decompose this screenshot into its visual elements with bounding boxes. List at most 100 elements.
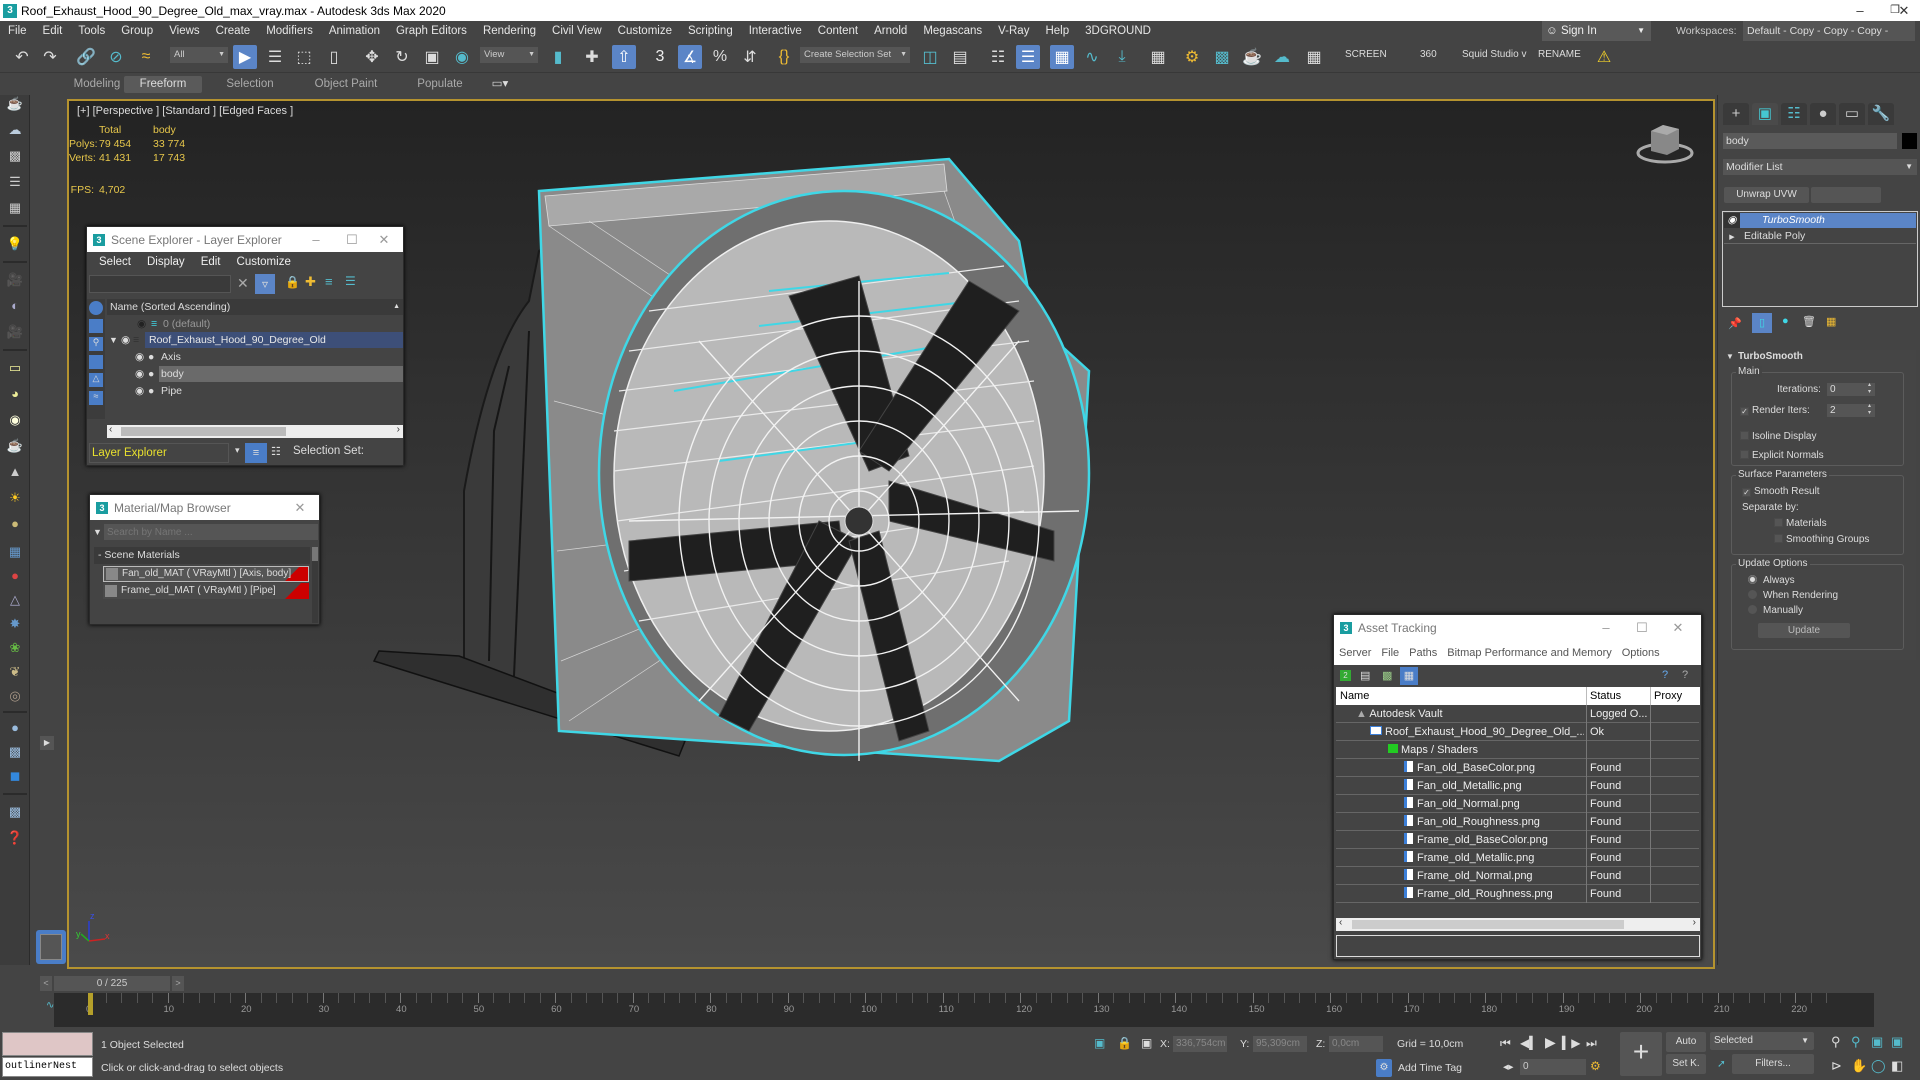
scroll-right-icon[interactable]: › (1693, 917, 1696, 928)
vray-dome-light-icon[interactable]: ◕ (6, 385, 24, 403)
refresh-icon[interactable]: 2 (1340, 670, 1351, 681)
collapse-arrow-icon[interactable]: ▼ (109, 332, 118, 348)
cloud-icon[interactable]: ☁ (6, 121, 24, 139)
horizontal-scrollbar[interactable]: ‹ › (107, 424, 403, 438)
hierarchy-tab-icon[interactable]: ☷ (1781, 103, 1807, 125)
visibility-icon[interactable]: ◉ (137, 316, 146, 332)
render-iters-spinner[interactable]: 2 (1827, 403, 1875, 417)
set-key-button[interactable]: Set K. (1666, 1054, 1706, 1074)
rotate-icon[interactable]: ↻ (390, 45, 414, 69)
clear-search-icon[interactable]: ✕ (237, 275, 249, 292)
previous-frame-icon[interactable]: ◀▍ (1520, 1036, 1538, 1050)
close-button[interactable]: ✕ (285, 495, 315, 520)
eye-icon[interactable]: ◉ (1724, 213, 1740, 228)
update-always-radio[interactable]: Always (1748, 575, 1795, 586)
scroll-left-icon[interactable]: ‹ (109, 424, 112, 435)
percent-snap-icon[interactable]: % (708, 45, 732, 69)
close-button[interactable]: ✕ (369, 227, 399, 252)
menu-server[interactable]: Server (1334, 647, 1376, 659)
x-coordinate-field[interactable]: 336,754cm (1173, 1036, 1227, 1052)
selection-lock-icon[interactable]: 🔒 (1117, 1036, 1132, 1050)
table-panel-icon[interactable]: ▦ (6, 199, 24, 217)
list-panel-icon[interactable]: ☰ (6, 173, 24, 191)
cameras-filter-icon[interactable] (89, 355, 103, 369)
material-item-fan[interactable]: Fan_old_MAT ( VRayMtl ) [Axis, body] (103, 566, 309, 582)
object-color-swatch[interactable] (1902, 133, 1917, 149)
update-button[interactable]: Update (1758, 623, 1850, 638)
render-frame-icon[interactable]: ▩ (6, 147, 24, 165)
menu-civil-view[interactable]: Civil View (544, 25, 610, 37)
column-proxy-res[interactable]: Proxy Res (1650, 687, 1700, 705)
tab-object-paint[interactable]: Object Paint (300, 76, 392, 93)
display-tab-icon[interactable]: ▭ (1839, 103, 1865, 125)
prev-frame-icon[interactable]: < (40, 976, 52, 991)
vray-mesh-light-icon[interactable]: ☕ (6, 437, 24, 455)
named-selection-dropdown[interactable]: Create Selection Set ▼ (800, 47, 910, 63)
menu-content[interactable]: Content (810, 25, 866, 37)
thumbnail-view-icon[interactable]: ▩ (1382, 669, 1392, 682)
explicit-normals-checkbox[interactable]: Explicit Normals (1740, 450, 1824, 461)
rollout-collapse-icon[interactable]: ▼ (1726, 352, 1734, 361)
maxscript-input[interactable]: outlinerNest (2, 1057, 93, 1077)
close-button[interactable]: ✕ (1888, 0, 1920, 21)
current-frame-field[interactable]: 0 (1520, 1059, 1586, 1075)
current-frame-marker[interactable] (88, 993, 93, 1015)
object-name-input[interactable] (1723, 133, 1897, 149)
material-sphere-icon[interactable]: ● (6, 719, 24, 737)
menu-graph-editors[interactable]: Graph Editors (388, 25, 475, 37)
scroll-right-icon[interactable]: › (397, 424, 400, 435)
visibility-icon[interactable]: ◉ (135, 366, 144, 382)
tab-populate[interactable]: Populate (400, 76, 480, 93)
tab-freeform[interactable]: Freeform (124, 76, 202, 93)
link-icon[interactable]: 🔗 (74, 45, 98, 69)
360-button[interactable]: 360 (1420, 49, 1437, 60)
ribbon-options-icon[interactable]: ▭▾ (488, 76, 512, 93)
utilities-tab-icon[interactable]: 🔧 (1868, 103, 1894, 125)
menu-help[interactable]: Help (1037, 25, 1077, 37)
viewport-layout-icon[interactable]: ▦ (1302, 45, 1326, 69)
tree-row-body[interactable]: ◉ ● body (107, 366, 403, 382)
vray-ies-light-icon[interactable]: ▲ (6, 463, 24, 481)
hair-farm-icon[interactable]: ❦ (6, 663, 24, 681)
render-production-icon[interactable]: ☕ (1240, 45, 1264, 69)
menu-3dground[interactable]: 3DGROUND (1077, 25, 1159, 37)
time-slider-value[interactable]: 0 / 225 (54, 976, 170, 991)
menu-group[interactable]: Group (113, 25, 161, 37)
configure-modifier-sets-icon[interactable]: ▦ (1826, 315, 1836, 328)
menu-file[interactable]: File (0, 25, 35, 37)
vray-clipper-icon[interactable]: ✸ (6, 615, 24, 633)
menu-display[interactable]: Display (139, 256, 193, 268)
toggle-layer-explorer-icon[interactable]: ☰ (1016, 45, 1040, 69)
orbit-icon[interactable]: ◯ (1871, 1058, 1886, 1074)
play-icon[interactable]: ▶ (1545, 1034, 1556, 1051)
minimize-button[interactable]: – (301, 227, 331, 252)
vray-sphere-light-icon[interactable]: ◉ (6, 411, 24, 429)
maximize-button[interactable]: ☐ (337, 227, 367, 252)
tree-row-pipe[interactable]: ◉ ● Pipe (107, 383, 403, 399)
vray-plane-icon[interactable]: △ (6, 591, 24, 609)
absolute-mode-icon[interactable]: ▣ (1141, 1036, 1152, 1050)
asset-row[interactable]: Fan_old_Roughness.png Found (1336, 813, 1699, 831)
vertical-scrollbar[interactable] (312, 547, 318, 623)
minimize-button[interactable]: – (1591, 615, 1621, 640)
ox-hair-icon[interactable]: ◎ (6, 687, 24, 705)
rename-button[interactable]: RENAME (1538, 49, 1581, 60)
maximize-button[interactable]: ☐ (1627, 615, 1657, 640)
select-manipulate-icon[interactable]: ✚ (580, 45, 604, 69)
tree-row-default-layer[interactable]: ◉ ≡ 0 (default) (107, 316, 403, 332)
modifier-list-dropdown[interactable]: Modifier List ▼ (1723, 159, 1917, 175)
pin-stack-icon[interactable]: 📌 (1728, 317, 1742, 330)
go-to-start-icon[interactable]: ⏮ (1500, 1036, 1511, 1051)
empty-modifier-button[interactable] (1811, 187, 1881, 203)
visibility-icon[interactable]: ◉ (121, 332, 130, 348)
modify-tab-icon[interactable]: ▣ (1752, 103, 1778, 125)
menu-vray[interactable]: V-Ray (990, 25, 1037, 37)
angle-snap-icon[interactable]: ∡ (678, 45, 702, 69)
chevron-down-icon[interactable]: ▾ (235, 445, 240, 456)
menu-tools[interactable]: Tools (70, 25, 113, 37)
scrollbar-thumb[interactable] (1352, 920, 1624, 929)
camera-icon[interactable]: 🎥 (6, 271, 24, 289)
snaps-toggle-icon[interactable]: 3 (648, 45, 672, 69)
explorer-mode-dropdown[interactable]: Layer Explorer (89, 443, 229, 463)
smoothing-groups-checkbox[interactable]: Smoothing Groups (1774, 534, 1869, 545)
